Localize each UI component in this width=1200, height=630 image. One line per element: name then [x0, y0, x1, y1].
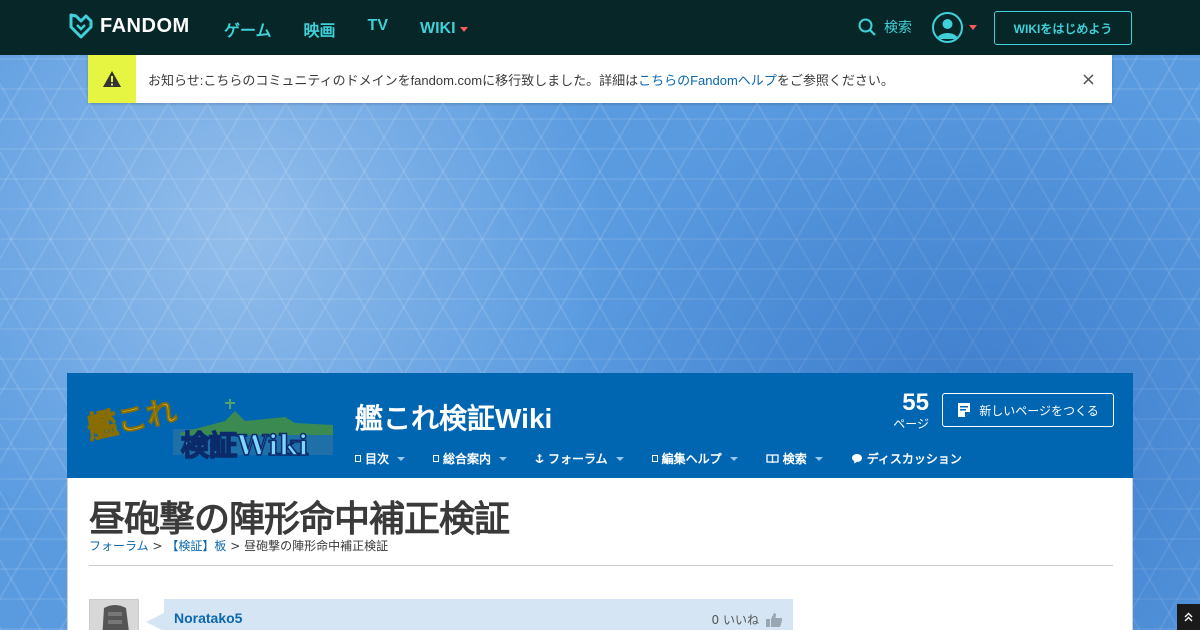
page-count: 55 ページ [885, 389, 929, 432]
fandom-heart-icon [69, 13, 93, 39]
user-menu[interactable] [932, 12, 977, 43]
post-author-name[interactable]: Noratako5 [174, 610, 242, 626]
square-icon [651, 455, 658, 462]
fandom-logo[interactable]: FANDOM [68, 13, 190, 39]
wiki-nav-label: フォーラム [548, 452, 608, 466]
wiki-nav-discussion[interactable]: ディスカッション [851, 450, 962, 467]
chevron-down-icon [729, 456, 738, 461]
nav-link-movies[interactable]: 映画 [304, 17, 336, 41]
nav-link-tv[interactable]: TV [368, 17, 388, 41]
new-page-label: 新しいページをつくる [979, 403, 1099, 418]
chevron-down-icon [969, 25, 977, 30]
search-label: 検索 [884, 20, 912, 36]
wiki-nav-edit-help[interactable]: 編集ヘルプ [651, 450, 738, 467]
notice-icon-box [88, 55, 136, 103]
fandom-nav-links: ゲーム 映画 TV WIKI [224, 17, 500, 41]
post-likes: 0 いいね [712, 611, 783, 628]
wiki-nav-label: 目次 [365, 452, 390, 466]
fandom-brand-text: FANDOM [100, 14, 190, 37]
page-count-label: ページ [893, 417, 929, 431]
chevron-down-icon [459, 26, 468, 32]
scroll-to-top-button[interactable] [1177, 604, 1200, 630]
page-content: 昼砲撃の陣形命中補正検証 フォーラム > 【検証】板 > 昼砲撃の陣形命中補正検… [67, 478, 1133, 630]
wiki-title[interactable]: 艦これ検証Wiki [355, 397, 552, 437]
breadcrumb-separator: > [152, 539, 163, 553]
notice-help-link[interactable]: こちらのFandomヘルプ [638, 73, 777, 88]
wiki-logo[interactable]: 艦これ 検証Wiki [85, 391, 335, 461]
page-count-number: 55 [902, 389, 929, 416]
user-avatar-icon [932, 12, 963, 43]
wiki-nav-search[interactable]: 検索 [766, 450, 823, 467]
close-icon[interactable]: × [1081, 69, 1096, 90]
new-page-icon [958, 403, 971, 417]
wiki-nav-contents[interactable]: 目次 [355, 450, 406, 467]
site-notice-banner: お知らせ:こちらのコミュニティのドメインをfandom.comに移行致しました。… [88, 55, 1112, 103]
square-icon [433, 455, 440, 462]
chevron-down-icon [814, 456, 823, 461]
anchor-icon [535, 454, 544, 463]
notice-text-before: お知らせ:こちらのコミュニティのドメインをfandom.comに移行致しました。… [148, 72, 639, 88]
speech-bubble-icon [851, 454, 862, 464]
search-icon [858, 18, 876, 36]
wiki-logo-text-bottom: 検証Wiki [181, 429, 309, 461]
wiki-nav-forum[interactable]: フォーラム [535, 450, 624, 467]
warning-icon [103, 71, 121, 87]
notice-text: お知らせ:こちらのコミュニティのドメインをfandom.comに移行致しました。… [148, 70, 894, 89]
breadcrumb: フォーラム > 【検証】板 > 昼砲撃の陣形命中補正検証 [89, 537, 388, 554]
new-page-button[interactable]: 新しいページをつくる [942, 393, 1114, 427]
book-icon [766, 453, 779, 463]
post-header: Noratako5 0 いいね [146, 599, 793, 630]
fandom-top-nav: FANDOM ゲーム 映画 TV WIKI 検索 WIKIをはじめよう [0, 0, 1200, 55]
breadcrumb-forum-link[interactable]: フォーラム [89, 539, 149, 553]
double-chevron-up-icon [1184, 612, 1193, 622]
content-divider [89, 565, 1113, 566]
breadcrumb-board-link[interactable]: 【検証】板 [166, 539, 226, 553]
wiki-logo-text-top: 艦これ [85, 394, 180, 447]
wiki-nav-guide[interactable]: 総合案内 [433, 450, 508, 467]
post-likes-count: 0 いいね [711, 613, 759, 627]
nav-link-games[interactable]: ゲーム [224, 17, 272, 41]
wiki-header: 艦これ 検証Wiki 艦これ検証Wiki 55 ページ 新しいページをつくる 目… [67, 373, 1133, 478]
search-button[interactable]: 検索 [858, 17, 912, 37]
square-icon [355, 455, 361, 462]
wiki-nav-label: ディスカッション [866, 452, 962, 466]
wiki-nav-label: 検索 [782, 452, 807, 466]
chevron-down-icon [499, 456, 508, 461]
post-author-avatar[interactable] [89, 599, 139, 630]
wiki-local-nav: 目次 総合案内 フォーラム 編集ヘルプ 検索 ディスカッション [355, 450, 990, 467]
wiki-nav-label: 編集ヘルプ [661, 452, 722, 466]
breadcrumb-current: 昼砲撃の陣形命中補正検証 [244, 539, 389, 553]
notice-text-after: をご参照ください。 [776, 72, 894, 88]
page-title: 昼砲撃の陣形命中補正検証 [89, 499, 510, 540]
start-wiki-button[interactable]: WIKIをはじめよう [994, 11, 1132, 45]
chevron-down-icon [397, 456, 406, 461]
nav-link-wiki-label: WIKI [420, 20, 456, 37]
wiki-nav-label: 総合案内 [443, 452, 492, 466]
chevron-down-icon [615, 456, 624, 461]
breadcrumb-separator: > [230, 539, 241, 553]
thumbs-up-icon[interactable] [765, 612, 783, 628]
nav-link-wiki[interactable]: WIKI [420, 17, 468, 41]
